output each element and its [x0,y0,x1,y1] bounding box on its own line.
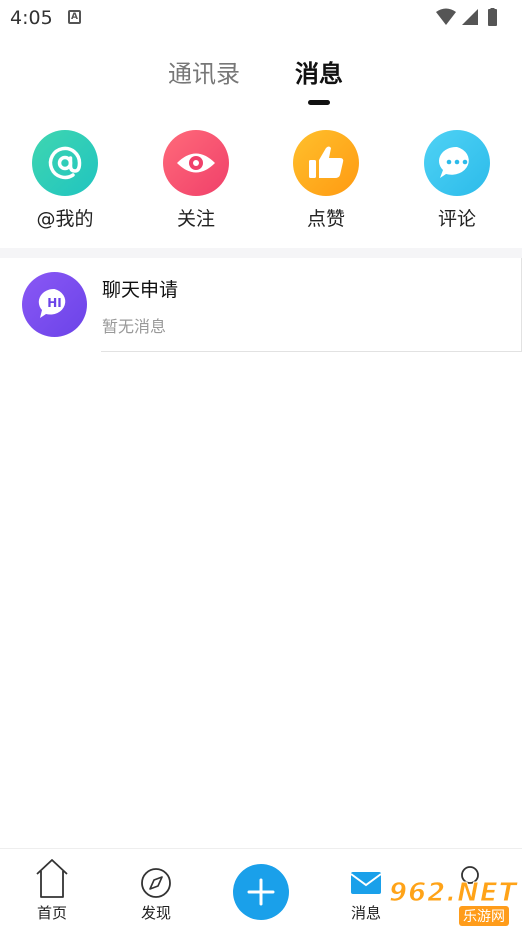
list-item-subtitle: 暂无消息 [102,317,167,336]
quick-action-likes[interactable]: 点赞 [271,128,381,233]
list-item-title: 聊天申请 [102,279,179,301]
wifi-icon [436,8,456,25]
cell-signal-icon [462,9,478,25]
quick-action-label: 关注 [176,208,215,230]
quick-action-at-me[interactable]: @我的 [10,128,120,233]
quick-action-follow[interactable]: 关注 [141,128,251,233]
add-button[interactable] [233,864,289,920]
battery-icon [488,9,497,26]
nav-discover[interactable]: 发现 [116,849,196,929]
compass-icon [141,868,171,898]
status-time: 4:05 [10,7,53,29]
nav-home-label: 首页 [36,904,67,922]
quick-action-comments[interactable]: 评论 [402,128,512,233]
watermark-top: 962.NET [388,878,518,909]
home-icon [36,859,68,898]
watermark-bottom: 乐游网 [459,906,509,926]
thumbs-up-icon [293,130,359,196]
eye-icon [163,130,229,196]
signal-battery-icons [436,8,497,26]
status-bar: 4:05 A [0,0,522,36]
quick-actions: @我的 关注 点赞 评论 [0,128,522,238]
plus-icon [247,878,275,906]
at-icon [32,130,98,196]
tab-contacts[interactable]: 通讯录 [168,54,240,89]
nav-discover-label: 发现 [140,904,171,922]
chat-request-avatar: HI [22,272,87,337]
active-tab-indicator [308,100,330,105]
top-tabs: 通讯录 消息 [0,48,522,108]
quick-action-label: 点赞 [306,208,345,230]
list-item-chat-request[interactable]: HI 聊天申请 暂无消息 [0,258,522,352]
notification-a-icon: A [68,10,81,24]
nav-home[interactable]: 首页 [12,849,92,929]
section-divider [0,248,522,258]
list-divider [101,351,522,352]
watermark: 962.NET 乐游网 [383,878,519,926]
comment-icon [424,130,490,196]
avatar-text: HI [47,296,62,310]
quick-action-label: 评论 [437,208,476,230]
tab-messages[interactable]: 消息 [295,54,343,89]
quick-action-label: @我的 [36,208,94,230]
